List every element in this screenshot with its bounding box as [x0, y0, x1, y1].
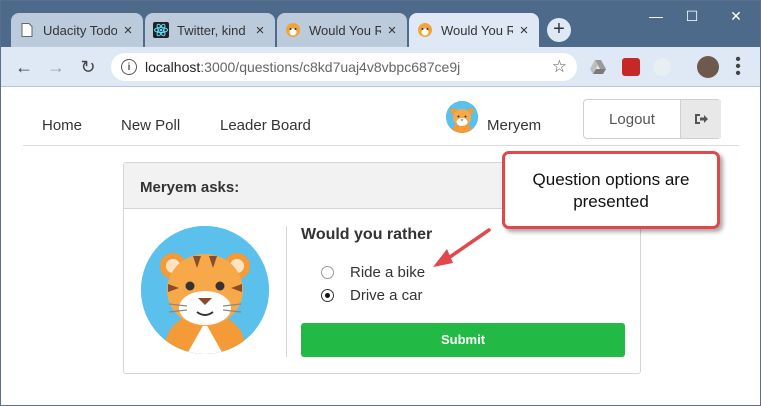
user-name: Meryem: [487, 117, 542, 134]
card-divider: [286, 226, 287, 357]
tab-would-you-rather-1[interactable]: Would You R ×: [277, 13, 407, 47]
browser-window: Udacity Todo × Twitter, kind × Would You…: [0, 0, 761, 406]
option-drive-a-car[interactable]: Drive a car: [321, 287, 423, 304]
app-nav: Home New Poll Leader Board Meryem Logout: [23, 98, 739, 146]
close-icon[interactable]: ×: [121, 22, 135, 39]
window-close-icon[interactable]: ✕: [721, 5, 751, 27]
tab-strip: Udacity Todo × Twitter, kind × Would You…: [1, 1, 760, 47]
annotation-text: Question options are presented: [532, 170, 690, 211]
close-icon[interactable]: ×: [253, 22, 267, 39]
url-path: :3000/questions/c8kd7uaj4v8vbpc687ce9j: [200, 59, 461, 75]
document-icon: [19, 22, 35, 38]
reload-icon[interactable]: ↻: [77, 56, 99, 78]
menu-dots-icon[interactable]: • • •: [733, 52, 743, 82]
minimize-icon[interactable]: —: [641, 5, 671, 27]
address-bar[interactable]: i localhost:3000/questions/c8kd7uaj4v8vb…: [111, 53, 577, 81]
tab-title: Twitter, kind: [177, 22, 246, 38]
submit-button[interactable]: Submit: [301, 323, 625, 357]
author-avatar: [141, 226, 269, 354]
ghost-extension-icon[interactable]: [653, 58, 671, 76]
tab-would-you-rather-active[interactable]: Would You R ×: [409, 13, 539, 47]
close-icon[interactable]: ×: [517, 22, 531, 39]
user-avatar: [446, 101, 478, 133]
url-host: localhost: [145, 59, 201, 75]
forward-arrow-icon[interactable]: →: [45, 56, 67, 78]
tab-title: Would You R: [441, 22, 513, 38]
option-label: Drive a car: [350, 287, 423, 304]
new-tab-button[interactable]: +: [547, 18, 571, 42]
option-ride-a-bike[interactable]: Ride a bike: [321, 264, 425, 281]
tab-twitter[interactable]: Twitter, kind ×: [145, 13, 275, 47]
close-icon[interactable]: ×: [385, 22, 399, 39]
tab-udacity[interactable]: Udacity Todo ×: [11, 13, 143, 47]
question-title: Would you rather: [301, 226, 433, 243]
author-asks: Meryem asks:: [140, 179, 240, 196]
back-arrow-icon[interactable]: ←: [13, 56, 35, 78]
react-logo-icon: [153, 22, 169, 38]
nav-home[interactable]: Home: [42, 117, 82, 134]
logout-button[interactable]: Logout: [583, 99, 721, 139]
tiger-icon: [285, 22, 301, 38]
logout-label: Logout: [609, 111, 655, 128]
browser-toolbar: ← → ↻ i localhost:3000/questions/c8kd7ua…: [1, 47, 760, 87]
tab-title: Would You R: [309, 22, 381, 38]
radio-checked[interactable]: [321, 289, 334, 302]
profile-avatar[interactable]: [697, 56, 719, 78]
nav-leader-board[interactable]: Leader Board: [220, 117, 311, 134]
nav-new-poll[interactable]: New Poll: [121, 117, 180, 134]
drive-extension-icon[interactable]: [589, 58, 607, 76]
tab-title: Udacity Todo: [43, 22, 117, 38]
bookmark-star-icon[interactable]: ☆: [552, 57, 567, 77]
option-label: Ride a bike: [350, 264, 426, 281]
sign-out-icon: [680, 100, 721, 138]
radio-unchecked[interactable]: [321, 266, 334, 279]
tiger-icon: [417, 22, 433, 38]
extension-icon[interactable]: [622, 58, 640, 76]
annotation-callout: Question options are presented: [502, 151, 720, 229]
maximize-icon[interactable]: ☐: [677, 5, 707, 27]
info-icon[interactable]: i: [121, 59, 137, 75]
